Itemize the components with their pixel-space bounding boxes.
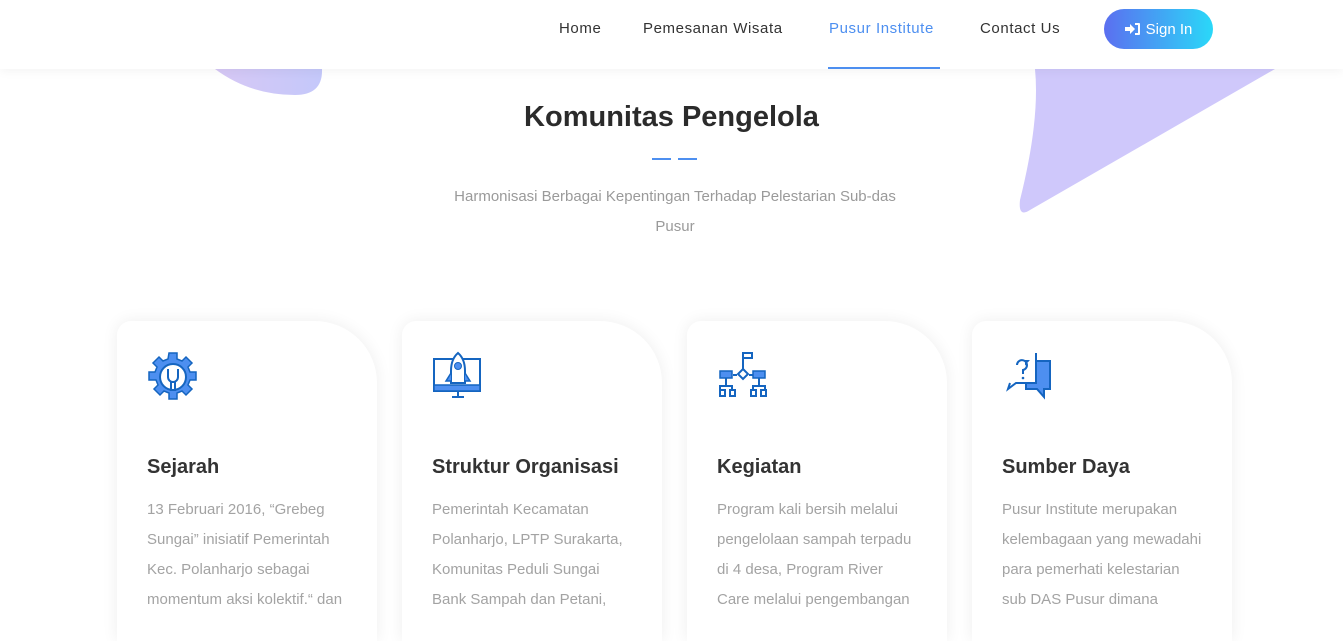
- card-title: Sumber Daya: [1002, 456, 1130, 478]
- section-subtitle: Harmonisasi Berbagai Kepentingan Terhada…: [454, 188, 896, 235]
- card-kegiatan[interactable]: Kegiatan Program kali bersih melalui pen…: [687, 321, 947, 641]
- sign-in-icon: [1124, 23, 1140, 35]
- card-sejarah[interactable]: Sejarah 13 Februari 2016, “Grebeg Sungai…: [117, 321, 377, 641]
- card-text: 13 Februari 2016, “Grebeg Sungai” inisia…: [147, 501, 343, 608]
- gear-wrench-icon: [148, 352, 197, 400]
- card-title: Struktur Organisasi: [432, 456, 619, 478]
- title-divider: [652, 158, 671, 160]
- question-chat-icon: [1006, 353, 1051, 400]
- navbar: Home Pemesanan Wisata Pusur Institute Co…: [0, 0, 1343, 69]
- nav-pusur-institute[interactable]: Pusur Institute: [829, 20, 934, 37]
- card-text: Program kali bersih melalui pengelolaan …: [717, 501, 912, 608]
- card-title: Kegiatan: [717, 456, 802, 478]
- rocket-monitor-icon: [433, 351, 481, 398]
- sign-in-label: Sign In: [1145, 20, 1193, 38]
- active-nav-underline: [828, 67, 940, 69]
- flowchart-icon: [719, 352, 767, 397]
- nav-pemesanan-wisata[interactable]: Pemesanan Wisata: [643, 20, 783, 37]
- card-text: Pemerintah Kecamatan Polanharjo, LPTP Su…: [432, 501, 623, 608]
- card-struktur-organisasi[interactable]: Struktur Organisasi Pemerintah Kecamatan…: [402, 321, 662, 641]
- nav-home[interactable]: Home: [559, 20, 601, 37]
- title-divider: [678, 158, 697, 160]
- card-title: Sejarah: [147, 456, 220, 478]
- nav-contact-us[interactable]: Contact Us: [980, 20, 1060, 37]
- card-sumber-daya[interactable]: Sumber Daya Pusur Institute merupakan ke…: [972, 321, 1232, 641]
- section-title: Komunitas Pengelola: [524, 101, 819, 133]
- card-text: Pusur Institute merupakan kelembagaan ya…: [1002, 501, 1202, 608]
- sign-in-button[interactable]: Sign In: [1104, 9, 1213, 49]
